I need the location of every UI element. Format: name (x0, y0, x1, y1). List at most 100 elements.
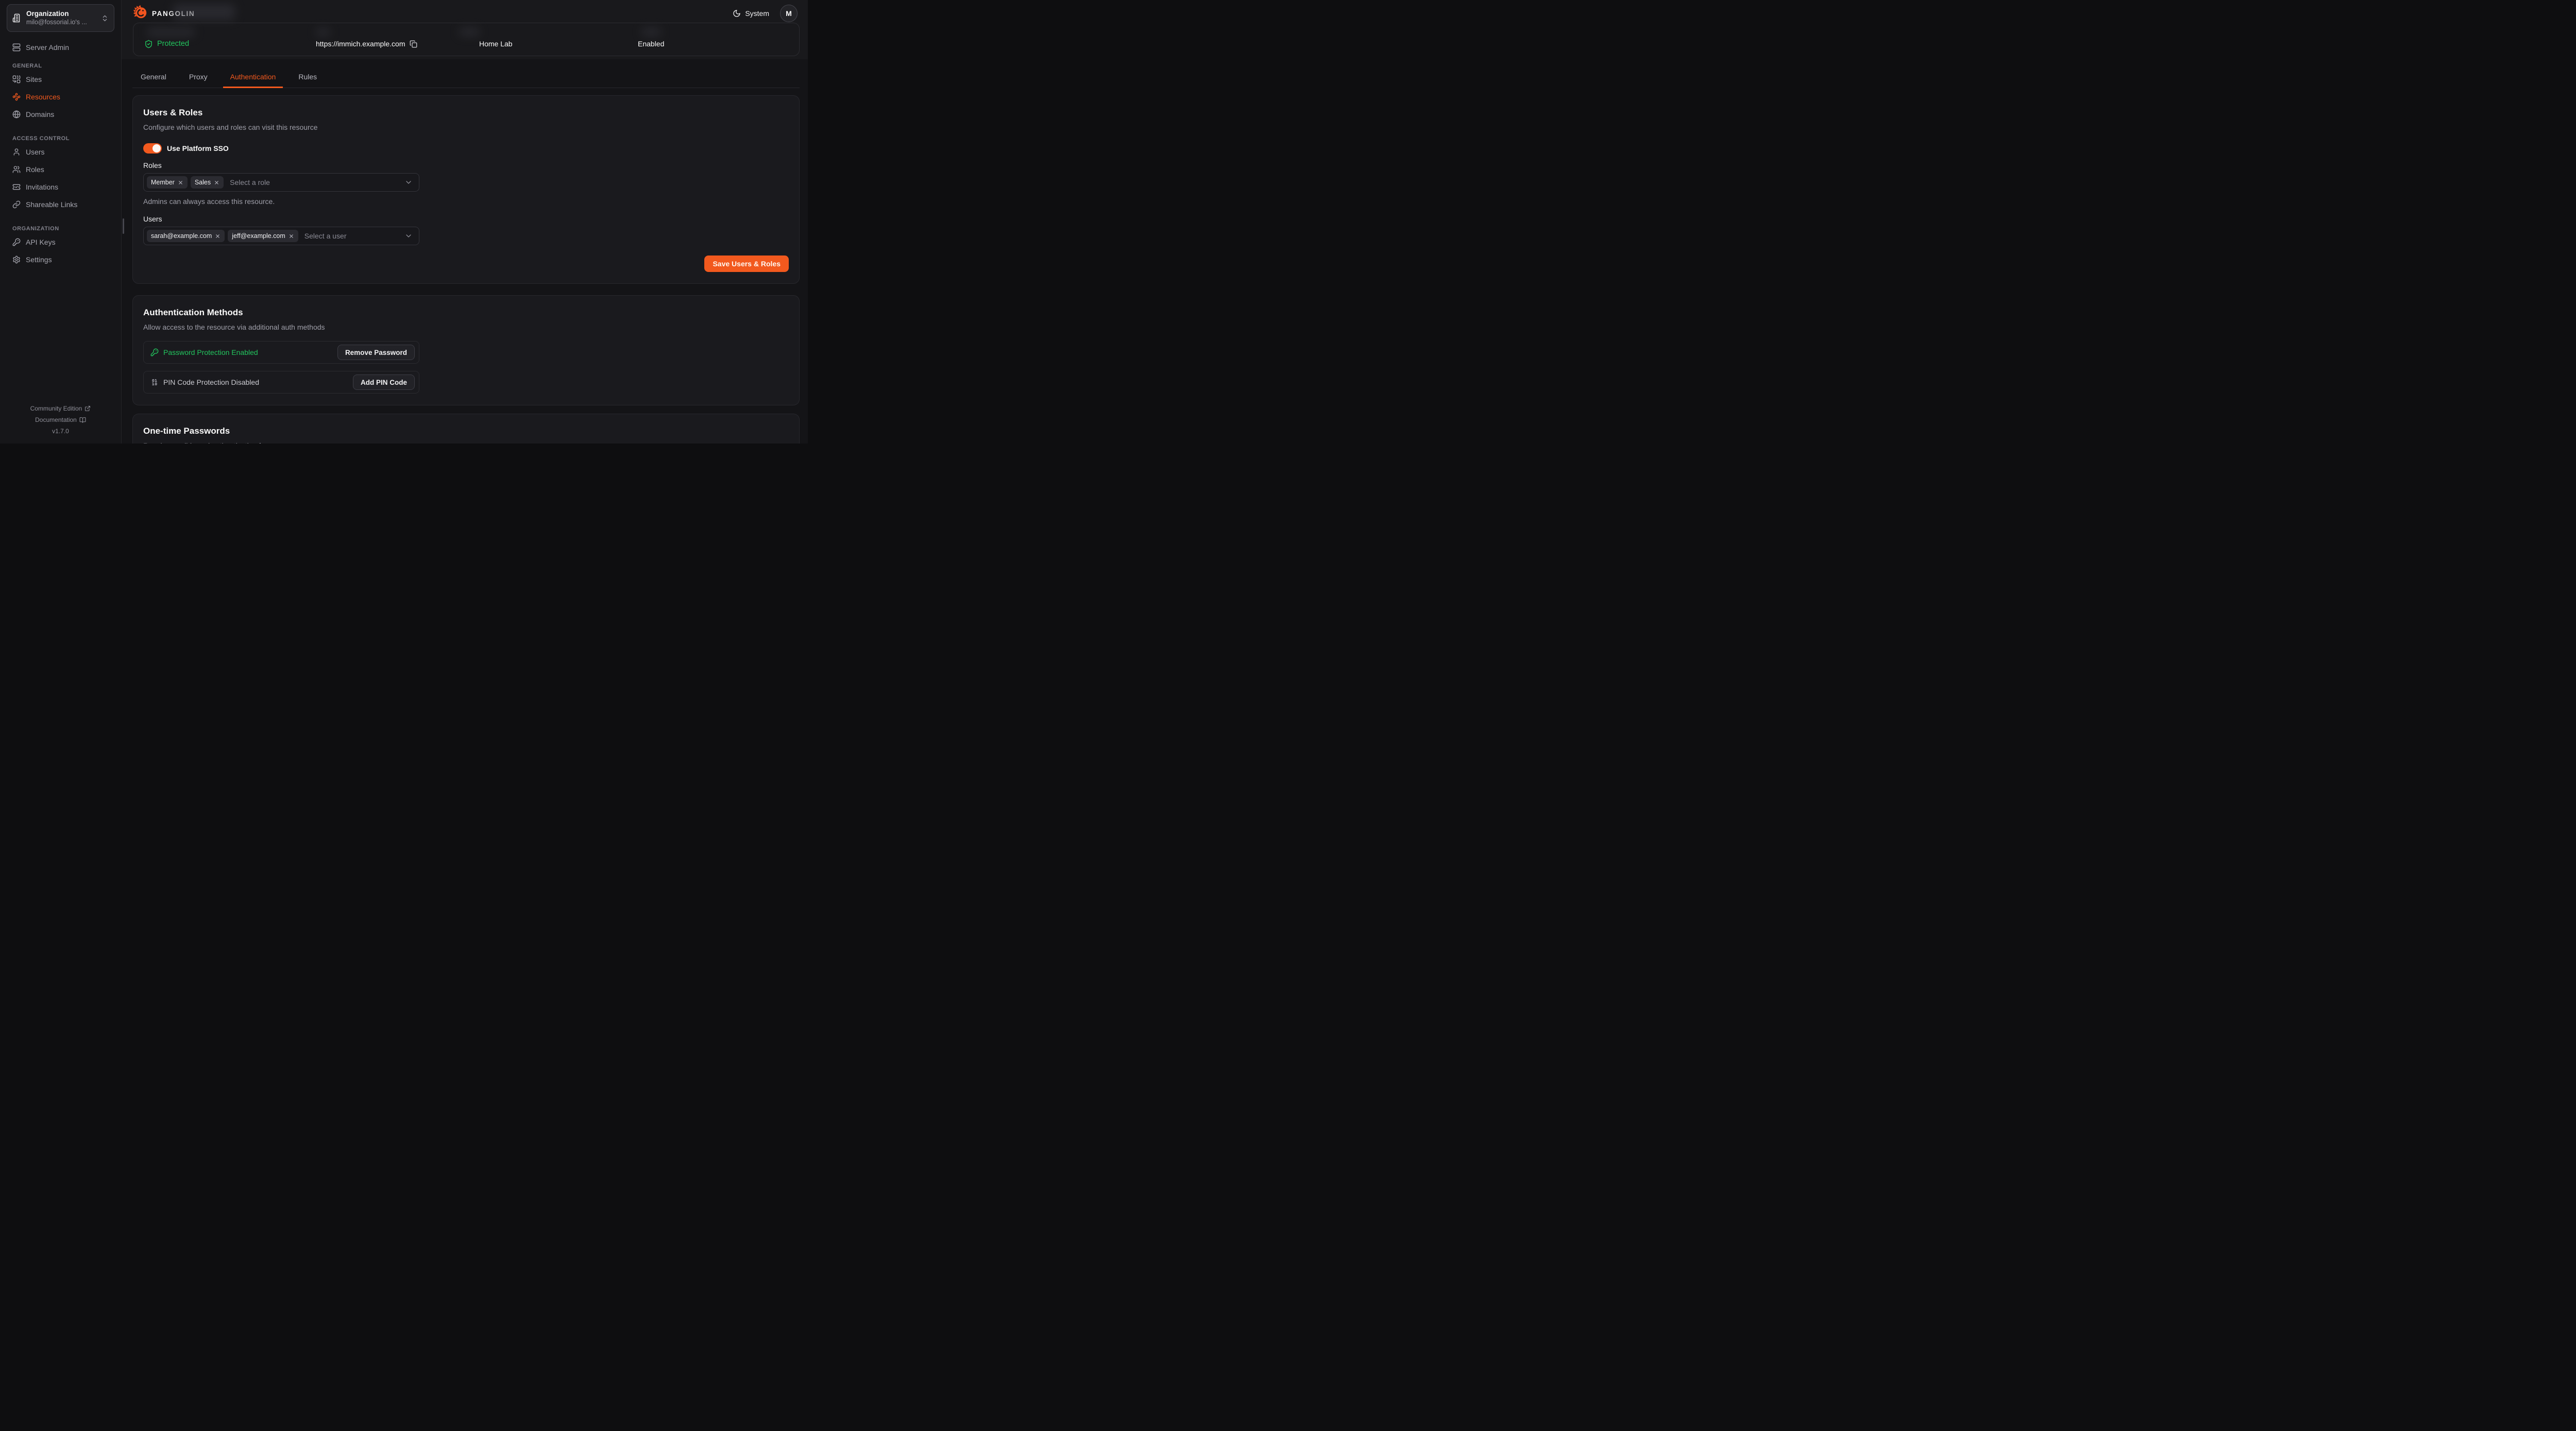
users-select[interactable]: sarah@example.com jeff@example.com Selec… (143, 227, 419, 245)
users-field-label: Users (143, 214, 789, 224)
external-link-icon (84, 405, 91, 412)
sidebar-nav: Server Admin GENERAL Sites Resources Dom… (0, 32, 121, 403)
redacted-resource-name (173, 4, 235, 20)
remove-role-icon[interactable] (214, 180, 219, 185)
save-users-roles-button[interactable]: Save Users & Roles (704, 255, 789, 272)
users-icon (12, 165, 21, 174)
org-switcher-value: milo@fossorial.io's ... (26, 19, 96, 27)
redacted-label (147, 28, 195, 36)
chevron-down-icon (404, 178, 413, 186)
version-label: v1.7.0 (5, 425, 116, 437)
ticket-check-icon (12, 183, 21, 191)
otp-card: One-time Passwords Require email-based a… (132, 414, 800, 444)
remove-user-icon[interactable] (215, 233, 221, 239)
tab-authentication[interactable]: Authentication (223, 69, 283, 88)
pin-protection-row: PIN Code Protection Disabled Add PIN Cod… (143, 371, 419, 394)
content: General Proxy Authentication Rules Users… (122, 59, 808, 444)
sidebar-item-resources[interactable]: Resources (7, 88, 114, 106)
card-title: Authentication Methods (143, 307, 789, 318)
scrollbar-thumb[interactable] (123, 218, 124, 234)
redacted-label (316, 29, 330, 36)
sidebar-item-domains[interactable]: Domains (7, 106, 114, 123)
sidebar-section-organization: ORGANIZATION (12, 226, 109, 232)
roles-field-label: Roles (143, 161, 789, 170)
sidebar-item-api-keys[interactable]: API Keys (7, 233, 114, 251)
resource-info-card (133, 23, 800, 56)
server-icon (12, 43, 21, 52)
sidebar-item-label: API Keys (26, 238, 56, 246)
users-roles-card: Users & Roles Configure which users and … (132, 95, 800, 284)
card-title: One-time Passwords (143, 425, 789, 437)
key-icon (12, 238, 21, 246)
role-chip: Sales (191, 176, 224, 189)
sidebar-item-invitations[interactable]: Invitations (7, 178, 114, 196)
tab-proxy[interactable]: Proxy (182, 69, 215, 88)
theme-toggle[interactable]: System (733, 9, 769, 18)
app-window: Organization milo@fossorial.io's ... Ser… (0, 0, 808, 444)
moon-icon (733, 9, 741, 18)
auth-methods-card: Authentication Methods Allow access to t… (132, 295, 800, 405)
password-protection-row: Password Protection Enabled Remove Passw… (143, 341, 419, 364)
tab-bar: General Proxy Authentication Rules (132, 69, 800, 88)
sidebar-footer: Community Edition Documentation v1.7.0 (0, 403, 121, 444)
sidebar-item-sites[interactable]: Sites (7, 71, 114, 88)
sidebar-item-label: Server Admin (26, 43, 69, 52)
shield-check-icon (144, 40, 153, 48)
remove-role-icon[interactable] (178, 180, 183, 185)
pin-status: PIN Code Protection Disabled (150, 378, 259, 386)
sidebar-item-label: Shareable Links (26, 200, 77, 209)
users-placeholder: Select a user (304, 232, 347, 240)
binary-icon (150, 378, 159, 386)
password-status: Password Protection Enabled (150, 348, 258, 356)
user-chip: sarah@example.com (147, 230, 225, 242)
add-pin-code-button[interactable]: Add PIN Code (353, 374, 415, 390)
sidebar-item-roles[interactable]: Roles (7, 161, 114, 178)
sidebar-item-label: Invitations (26, 183, 58, 191)
redacted-label (459, 28, 480, 36)
sidebar: Organization milo@fossorial.io's ... Ser… (0, 0, 122, 444)
card-description: Require email-based authentication for r… (143, 441, 789, 444)
pangolin-logo-icon (133, 5, 148, 23)
sidebar-item-shareable-links[interactable]: Shareable Links (7, 196, 114, 213)
chevrons-up-down-icon (101, 14, 109, 22)
community-edition-link[interactable]: Community Edition (30, 403, 91, 414)
main-header: PANGOLIN System M Protected (122, 0, 808, 59)
roles-placeholder: Select a role (230, 178, 270, 186)
tab-rules[interactable]: Rules (291, 69, 324, 88)
building-icon (12, 13, 22, 23)
user-icon (12, 148, 21, 156)
main-area: PANGOLIN System M Protected (122, 0, 808, 444)
org-switcher[interactable]: Organization milo@fossorial.io's ... (7, 4, 114, 32)
gear-icon (12, 255, 21, 264)
globe-icon (12, 110, 21, 118)
documentation-link[interactable]: Documentation (35, 414, 86, 425)
theme-label: System (745, 9, 769, 18)
sidebar-item-settings[interactable]: Settings (7, 251, 114, 268)
chevron-down-icon (404, 232, 413, 240)
platform-sso-label: Use Platform SSO (167, 144, 229, 152)
sidebar-item-server-admin[interactable]: Server Admin (7, 39, 114, 56)
remove-user-icon[interactable] (289, 233, 294, 239)
sidebar-item-label: Resources (26, 93, 60, 101)
avatar[interactable]: M (780, 5, 798, 22)
card-description: Configure which users and roles can visi… (143, 123, 789, 132)
resource-enabled: Enabled (638, 38, 664, 50)
tab-general[interactable]: General (133, 69, 174, 88)
waypoints-icon (12, 93, 21, 101)
link-icon (12, 200, 21, 209)
sidebar-item-label: Sites (26, 75, 42, 83)
sidebar-item-users[interactable]: Users (7, 143, 114, 161)
copy-icon[interactable] (410, 40, 417, 48)
sidebar-section-general: GENERAL (12, 63, 109, 69)
sidebar-section-access-control: ACCESS CONTROL (12, 135, 109, 142)
card-title: Users & Roles (143, 107, 789, 118)
admins-note: Admins can always access this resource. (143, 197, 789, 206)
sidebar-item-label: Domains (26, 110, 54, 118)
user-chip: jeff@example.com (228, 230, 298, 242)
sidebar-item-label: Roles (26, 165, 44, 174)
roles-select[interactable]: Member Sales Select a role (143, 173, 419, 192)
remove-password-button[interactable]: Remove Password (337, 345, 415, 360)
redacted-label (641, 28, 661, 36)
sites-combine-icon (12, 75, 21, 83)
platform-sso-toggle[interactable] (143, 143, 162, 154)
